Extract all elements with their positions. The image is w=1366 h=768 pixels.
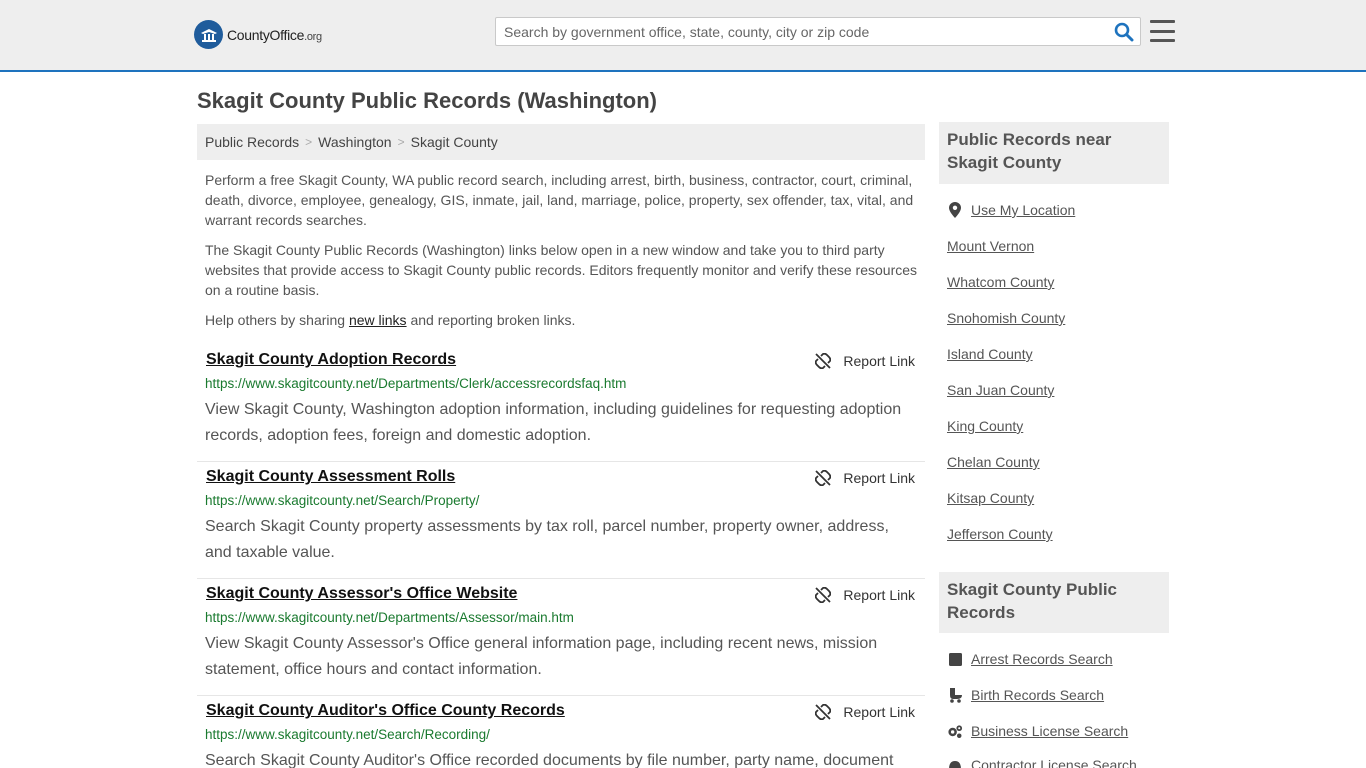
record-url[interactable]: https://www.skagitcounty.net/Search/Reco… <box>205 727 490 742</box>
broken-link-icon <box>815 353 832 369</box>
broken-link-icon <box>815 704 832 720</box>
breadcrumb-separator-icon: > <box>397 135 405 149</box>
hamburger-menu-icon[interactable] <box>1150 20 1175 42</box>
nearby-link-island-county[interactable]: Island County <box>947 346 1033 362</box>
site-header: CountyOffice.org <box>0 0 1366 72</box>
broken-link-icon <box>815 470 832 486</box>
county-office-seal-icon <box>194 20 223 49</box>
record-title-link[interactable]: Skagit County Adoption Records <box>206 351 456 369</box>
arrest-records-search-link[interactable]: Arrest Records Search <box>947 651 1113 667</box>
breadcrumb-public-records[interactable]: Public Records <box>205 134 299 150</box>
record-description: Search Skagit County property assessment… <box>205 518 889 561</box>
intro-paragraph-2: The Skagit County Public Records (Washin… <box>205 242 918 298</box>
business-license-search-link[interactable]: Business License Search <box>947 723 1128 739</box>
square-icon <box>947 651 963 667</box>
breadcrumb-separator-icon: > <box>305 135 313 149</box>
nearby-link-chelan-county[interactable]: Chelan County <box>947 454 1040 470</box>
record-description: Search Skagit County Auditor's Office re… <box>205 752 894 768</box>
record-url[interactable]: https://www.skagitcounty.net/Departments… <box>205 610 574 625</box>
nearby-link-san-juan-county[interactable]: San Juan County <box>947 382 1054 398</box>
nearby-link-king-county[interactable]: King County <box>947 418 1023 434</box>
nearby-link-snohomish-county[interactable]: Snohomish County <box>947 310 1065 326</box>
logo-text: CountyOffice.org <box>227 26 322 43</box>
record-item: Skagit County Adoption Records Report Li… <box>197 345 925 462</box>
nearby-link-whatcom-county[interactable]: Whatcom County <box>947 274 1054 290</box>
page-title: Skagit County Public Records (Washington… <box>197 88 657 113</box>
breadcrumb-skagit-county: Skagit County <box>410 134 498 150</box>
new-links-link[interactable]: new links <box>349 312 407 328</box>
search-input[interactable] <box>496 18 1106 45</box>
record-description: View Skagit County, Washington adoption … <box>205 401 902 444</box>
record-url[interactable]: https://www.skagitcounty.net/Departments… <box>205 376 626 391</box>
record-item: Skagit County Auditor's Office County Re… <box>197 696 925 768</box>
record-title-link[interactable]: Skagit County Auditor's Office County Re… <box>206 702 565 720</box>
report-link-button[interactable]: Report Link <box>815 353 915 369</box>
record-title-link[interactable]: Skagit County Assessor's Office Website <box>206 585 517 603</box>
record-description: View Skagit County Assessor's Office gen… <box>205 635 878 678</box>
nearby-link-jefferson-county[interactable]: Jefferson County <box>947 526 1053 542</box>
hard-hat-icon <box>947 757 963 768</box>
birth-records-search-link[interactable]: Birth Records Search <box>947 687 1104 703</box>
nearby-link-mount-vernon[interactable]: Mount Vernon <box>947 238 1034 254</box>
record-url[interactable]: https://www.skagitcounty.net/Search/Prop… <box>205 493 479 508</box>
record-item: Skagit County Assessor's Office Website … <box>197 579 925 696</box>
use-my-location-link[interactable]: Use My Location <box>947 202 1075 218</box>
intro-paragraph-1: Perform a free Skagit County, WA public … <box>205 172 914 228</box>
nearby-link-kitsap-county[interactable]: Kitsap County <box>947 490 1034 506</box>
record-item: Skagit County Assessment Rolls Report Li… <box>197 462 925 579</box>
sidebar-county-records-heading: Skagit County Public Records <box>939 572 1169 633</box>
report-link-button[interactable]: Report Link <box>815 704 915 720</box>
map-pin-icon <box>947 202 963 218</box>
baby-stroller-icon <box>947 687 963 703</box>
record-title-link[interactable]: Skagit County Assessment Rolls <box>206 468 455 486</box>
breadcrumb-washington[interactable]: Washington <box>318 134 391 150</box>
site-logo[interactable]: CountyOffice.org <box>194 20 322 49</box>
gears-icon <box>947 723 963 739</box>
report-link-button[interactable]: Report Link <box>815 587 915 603</box>
broken-link-icon <box>815 587 832 603</box>
breadcrumb: Public Records > Washington > Skagit Cou… <box>197 124 925 160</box>
sidebar-nearby-heading: Public Records near Skagit County <box>939 122 1169 184</box>
report-link-button[interactable]: Report Link <box>815 470 915 486</box>
contractor-license-search-link[interactable]: Contractor License Search <box>947 757 1137 768</box>
search-icon[interactable] <box>1114 22 1134 42</box>
intro-paragraph-3: Help others by sharing new links and rep… <box>205 312 576 328</box>
search-box <box>495 17 1141 46</box>
